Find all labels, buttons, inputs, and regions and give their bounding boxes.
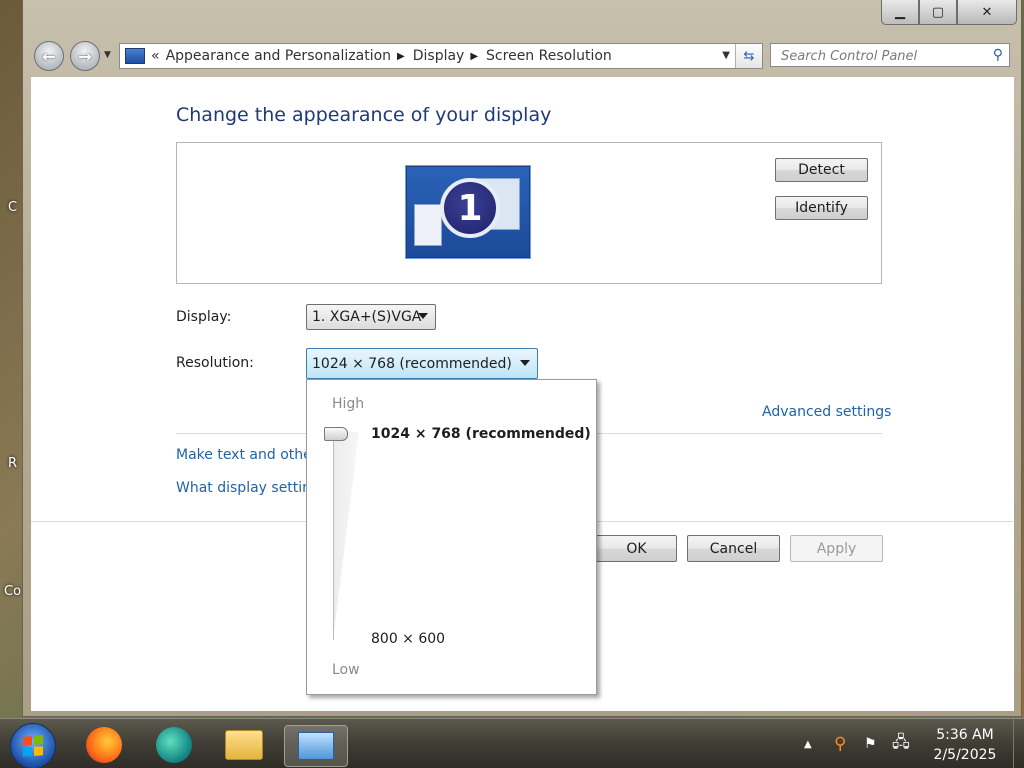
resolution-slider-thumb[interactable] [324, 427, 348, 441]
maximize-button[interactable]: ▢ [919, 0, 957, 25]
display-select-value: 1. XGA+(S)VGA [312, 309, 422, 325]
taskbar-firefox[interactable] [82, 725, 126, 765]
clock-time: 5:36 AM [936, 727, 994, 743]
monitor-1-icon[interactable]: 1 [405, 165, 531, 259]
advanced-settings-link[interactable]: Advanced settings [762, 404, 891, 420]
edge-browser-icon [156, 727, 192, 763]
search-input[interactable] [779, 45, 988, 67]
resolution-dropdown: High 1024 × 768 (recommended) 800 × 600 … [306, 379, 597, 695]
caption-buttons: ▁ ▢ ✕ [881, 0, 1017, 25]
control-panel-icon [125, 48, 145, 64]
low-label: Low [332, 662, 360, 678]
chevron-up-icon: ▲ [804, 738, 812, 750]
address-bar[interactable]: « Appearance and Personalization ▶ Displ… [119, 43, 763, 69]
action-center-flag-icon[interactable]: ⚑ [864, 719, 877, 768]
address-dropdown-icon[interactable]: ▼ [722, 50, 730, 61]
resolution-option-800x600[interactable]: 800 × 600 [371, 631, 445, 647]
breadcrumb-separator-icon[interactable]: ▶ [397, 51, 405, 62]
breadcrumb-display[interactable]: Display [413, 48, 465, 64]
apply-button[interactable]: Apply [790, 535, 883, 562]
back-button[interactable]: ← [34, 41, 64, 71]
forward-button[interactable]: → [70, 41, 100, 71]
display-select[interactable]: 1. XGA+(S)VGA [306, 304, 436, 330]
display-label: Display: [176, 309, 232, 325]
chevron-down-icon [418, 313, 428, 319]
desktop-icon-label-2: R [8, 456, 18, 471]
desktop-icon-label-3: Co [4, 584, 22, 599]
chevron-down-icon [520, 360, 530, 366]
breadcrumb-appearance[interactable]: Appearance and Personalization [166, 48, 391, 64]
monitor-window-graphic [414, 204, 442, 246]
cancel-button[interactable]: Cancel [687, 535, 780, 562]
clock-date: 2/5/2025 [933, 747, 997, 763]
display-settings-help-link[interactable]: What display setting [176, 480, 320, 496]
resolution-slider-line [333, 432, 334, 640]
network-icon[interactable]: 🖧 [892, 719, 910, 768]
identify-button[interactable]: Identify [775, 196, 868, 220]
minimize-button[interactable]: ▁ [881, 0, 919, 25]
start-button[interactable] [10, 723, 56, 768]
taskbar-explorer[interactable] [222, 725, 266, 765]
breadcrumb-separator-icon[interactable]: ▶ [470, 51, 478, 62]
system-clock[interactable]: 5:36 AM 2/5/2025 [930, 725, 1000, 765]
high-label: High [332, 396, 365, 412]
firefox-icon [86, 727, 122, 763]
close-button[interactable]: ✕ [957, 0, 1017, 25]
search-icon[interactable]: ⚲ [993, 47, 1003, 63]
back-arrow-icon: ← [42, 46, 56, 66]
resolution-select-value: 1024 × 768 (recommended) [312, 355, 512, 372]
control-panel-icon [298, 732, 334, 760]
breadcrumb-overflow[interactable]: « [151, 48, 160, 64]
folder-icon [225, 730, 263, 760]
recent-pages-dropdown-icon[interactable]: ▼ [104, 50, 111, 60]
windows-logo-icon [23, 735, 43, 757]
monitor-preview-box: 1 Detect Identify [176, 142, 882, 284]
text-size-link[interactable]: Make text and othe [176, 447, 312, 463]
resolution-option-1024x768[interactable]: 1024 × 768 (recommended) [371, 426, 591, 442]
forward-arrow-icon: → [78, 46, 92, 66]
search-box[interactable]: ⚲ [770, 43, 1010, 67]
taskbar-edge[interactable] [152, 725, 196, 765]
breadcrumb-screen-resolution[interactable]: Screen Resolution [486, 48, 612, 64]
taskbar: ▲ ⚲ ⚑ 🖧 5:36 AM 2/5/2025 [0, 718, 1024, 768]
page-title: Change the appearance of your display [176, 104, 552, 126]
tray-search-icon[interactable]: ⚲ [834, 719, 846, 768]
resolution-slider-track[interactable] [333, 432, 359, 640]
show-desktop-button[interactable] [1013, 719, 1024, 768]
show-hidden-icons[interactable]: ▲ [804, 719, 812, 768]
resolution-label: Resolution: [176, 355, 254, 371]
monitor-number: 1 [440, 178, 500, 238]
detect-button[interactable]: Detect [775, 158, 868, 182]
refresh-icon[interactable]: ⇆ [735, 44, 762, 68]
taskbar-control-panel[interactable] [284, 725, 348, 767]
resolution-select[interactable]: 1024 × 768 (recommended) [306, 348, 538, 379]
ok-button[interactable]: OK [596, 535, 677, 562]
desktop-icon-label-1: C [8, 200, 18, 215]
